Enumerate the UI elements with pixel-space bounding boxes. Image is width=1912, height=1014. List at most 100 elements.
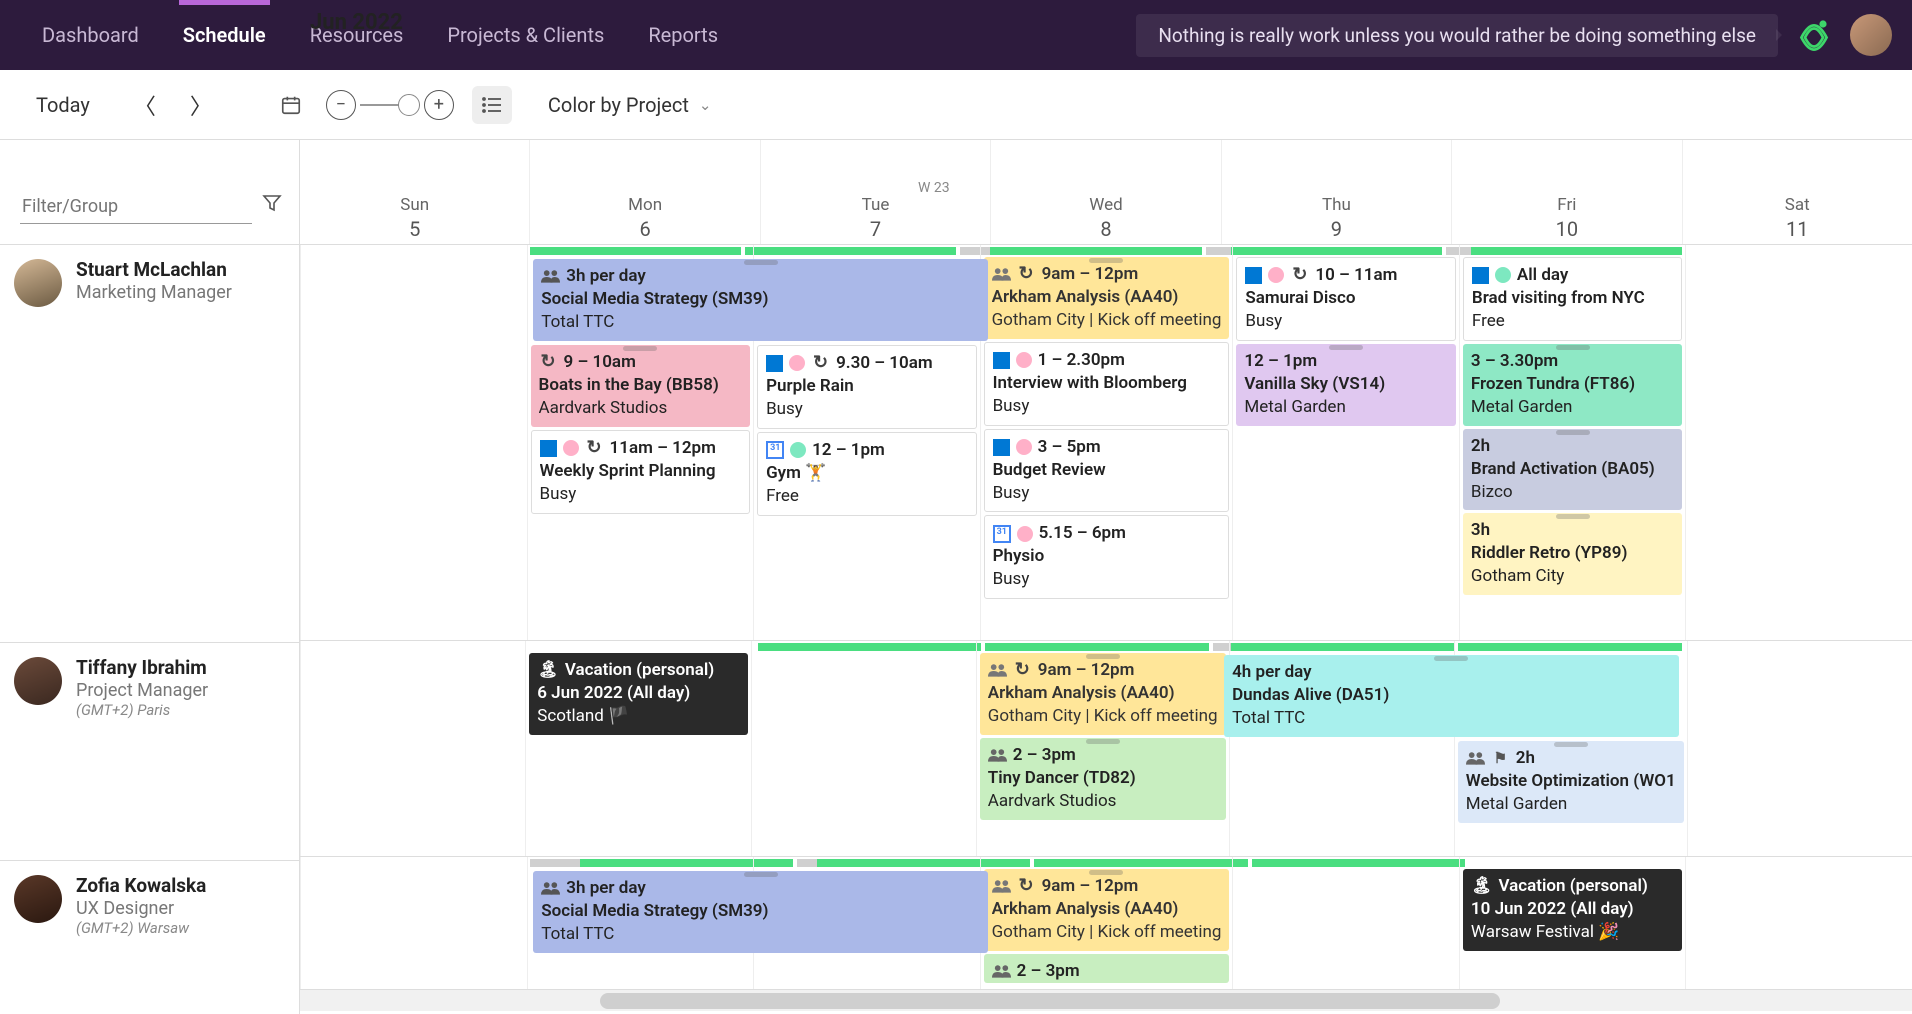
app-logo-icon[interactable] — [1796, 15, 1832, 55]
day-header[interactable]: Fri10 — [1451, 140, 1681, 244]
status-dot-icon — [1017, 526, 1033, 542]
day-cell[interactable]: 9am – 12pm Arkham Analysis (AA40)Gotham … — [980, 857, 1233, 989]
vacation-icon: 🏝 — [1471, 875, 1493, 898]
day-cell[interactable]: 9am – 12pm Arkham Analysis (AA40)Gotham … — [980, 245, 1233, 640]
event-card[interactable]: 3 – 3.30pm Frozen Tundra (FT86)Metal Gar… — [1463, 344, 1683, 426]
user-avatar[interactable] — [1850, 14, 1892, 56]
vacation-icon: 🏝 — [537, 659, 559, 682]
list-view-toggle[interactable] — [472, 86, 512, 124]
day-cell[interactable] — [300, 245, 527, 640]
event-card[interactable]: All day Brad visiting from NYCFree — [1463, 257, 1683, 341]
status-dot-icon — [1268, 267, 1284, 283]
today-button[interactable]: Today — [18, 85, 108, 125]
event-card[interactable]: 3h per day Social Media Strategy (SM39)T… — [533, 871, 988, 953]
day-header[interactable]: Sun5 — [300, 140, 529, 244]
event-card[interactable]: 9am – 12pm Arkham Analysis (AA40)Gotham … — [984, 257, 1230, 339]
person-role: UX Designer — [76, 898, 206, 920]
outlook-icon — [766, 355, 783, 372]
event-card[interactable]: 12 – 1pm Vanilla Sky (VS14)Metal Garden — [1236, 344, 1456, 426]
outlook-icon — [540, 440, 557, 457]
recurring-icon — [585, 439, 604, 458]
event-card[interactable]: 3h per day Social Media Strategy (SM39) … — [533, 259, 988, 341]
main-layout: Jun 2022 Stuart McLachlan Marketing Mana… — [0, 140, 1912, 1014]
event-card[interactable]: 2h Brand Activation (BA05)Bizco — [1463, 429, 1683, 511]
schedule-lane: 3h per day Social Media Strategy (SM39)T… — [300, 857, 1912, 989]
schedule-lane: 3h per day Social Media Strategy (SM39) … — [300, 245, 1912, 641]
horizontal-scrollbar[interactable] — [300, 989, 1912, 1011]
person-timezone: (GMT+2) Paris — [76, 701, 208, 721]
day-header[interactable]: Sat11 — [1682, 140, 1912, 244]
event-card[interactable]: 2 – 3pm — [984, 954, 1230, 983]
person-row[interactable]: Zofia Kowalska UX Designer (GMT+2) Warsa… — [0, 861, 299, 939]
event-card[interactable]: 10 – 11am Samurai DiscoBusy — [1236, 257, 1456, 341]
person-avatar — [14, 657, 62, 705]
event-card[interactable]: 11am – 12pm Weekly Sprint PlanningBusy — [531, 430, 751, 514]
event-card[interactable]: 2 – 3pm Tiny Dancer (TD82)Aardvark Studi… — [980, 738, 1226, 820]
day-cell[interactable]: 🏝Vacation (personal) 6 Jun 2022 (All day… — [525, 641, 750, 856]
person-row[interactable]: Tiffany Ibrahim Project Manager (GMT+2) … — [0, 643, 299, 860]
zoom-in-button[interactable]: + — [424, 90, 454, 120]
day-cell[interactable]: 9am – 12pm Arkham Analysis (AA40)Gotham … — [976, 641, 1229, 856]
event-card[interactable]: 9.30 – 10am Purple RainBusy — [757, 345, 977, 429]
recurring-icon — [1013, 661, 1032, 680]
zoom-out-button[interactable]: − — [326, 90, 356, 120]
filter-icon[interactable] — [262, 194, 282, 216]
day-cell[interactable]: 10 – 11am Samurai DiscoBusy 12 – 1pm Van… — [1232, 245, 1459, 640]
quote-banner: Nothing is really work unless you would … — [1136, 14, 1778, 57]
nav-tab-schedule[interactable]: Schedule — [161, 3, 288, 67]
people-icon — [988, 748, 1007, 762]
event-card[interactable]: 12 – 1pm Gym 🏋️Free — [757, 432, 977, 516]
person-name: Zofia Kowalska — [76, 875, 206, 898]
filter-input[interactable] — [20, 192, 252, 224]
status-dot-icon — [790, 442, 806, 458]
event-card[interactable]: 3 – 5pm Budget ReviewBusy — [984, 429, 1230, 513]
day-header[interactable]: Mon6 — [529, 140, 759, 244]
nav-tab-reports[interactable]: Reports — [626, 3, 740, 67]
event-card[interactable]: 🏝Vacation (personal) 6 Jun 2022 (All day… — [529, 653, 747, 735]
color-by-dropdown[interactable]: Color by Project ⌄ — [548, 93, 712, 117]
status-dot-icon — [789, 355, 805, 371]
gcal-icon — [993, 525, 1011, 543]
day-cell[interactable] — [1685, 857, 1912, 989]
person-row[interactable]: Stuart McLachlan Marketing Manager — [0, 245, 299, 642]
day-header[interactable]: Tue7 — [760, 140, 990, 244]
day-cell[interactable] — [1687, 641, 1912, 856]
event-card[interactable]: 9am – 12pm Arkham Analysis (AA40)Gotham … — [984, 869, 1230, 951]
person-avatar — [14, 259, 62, 307]
event-card[interactable]: 9am – 12pm Arkham Analysis (AA40)Gotham … — [980, 653, 1226, 735]
person-name: Tiffany Ibrahim — [76, 657, 208, 680]
zoom-control: − + — [326, 90, 454, 120]
day-cell[interactable] — [300, 857, 527, 989]
event-card[interactable]: 2h Website Optimization (WO1Metal Garden — [1458, 741, 1684, 823]
people-icon — [988, 663, 1007, 677]
calendar-picker-icon[interactable] — [274, 88, 308, 122]
day-cell[interactable]: 🏝Vacation (personal) 10 Jun 2022 (All da… — [1459, 857, 1686, 989]
event-card[interactable]: 1 – 2.30pm Interview with BloombergBusy — [984, 342, 1230, 426]
day-header[interactable]: Wed8 — [990, 140, 1220, 244]
event-card[interactable]: 🏝Vacation (personal) 10 Jun 2022 (All da… — [1463, 869, 1683, 951]
top-nav: Dashboard Schedule Resources Projects & … — [0, 0, 1912, 70]
day-cell[interactable]: All day Brad visiting from NYCFree 3 – 3… — [1459, 245, 1686, 640]
status-dot-icon — [1016, 439, 1032, 455]
people-icon — [541, 881, 560, 895]
month-label: Jun 2022 — [310, 10, 403, 35]
day-cell[interactable] — [1232, 857, 1459, 989]
event-card[interactable]: 5.15 – 6pm PhysioBusy — [984, 515, 1230, 599]
people-icon — [1466, 751, 1485, 765]
day-cell[interactable] — [300, 641, 525, 856]
people-sidebar: Stuart McLachlan Marketing Manager Tiffa… — [0, 140, 300, 1014]
prev-button[interactable]: 〈 — [126, 83, 164, 127]
event-card[interactable]: 4h per day Dundas Alive (DA51)Total TTC — [1224, 655, 1679, 737]
event-card[interactable]: 9 – 10am Boats in the Bay (BB58)Aardvark… — [531, 345, 751, 427]
status-dot-icon — [1495, 267, 1511, 283]
next-button[interactable]: 〉 — [182, 83, 220, 127]
day-cell[interactable] — [751, 641, 976, 856]
nav-tab-dashboard[interactable]: Dashboard — [20, 3, 161, 67]
nav-tab-projects[interactable]: Projects & Clients — [425, 3, 626, 67]
toolbar: Today 〈 〉 − + Color by Project ⌄ — [0, 70, 1912, 140]
zoom-slider[interactable] — [360, 104, 420, 106]
event-card[interactable]: 3h Riddler Retro (YP89)Gotham City — [1463, 513, 1683, 595]
day-header[interactable]: Thu9 — [1221, 140, 1451, 244]
person-role: Project Manager — [76, 680, 208, 702]
day-cell[interactable] — [1685, 245, 1912, 640]
